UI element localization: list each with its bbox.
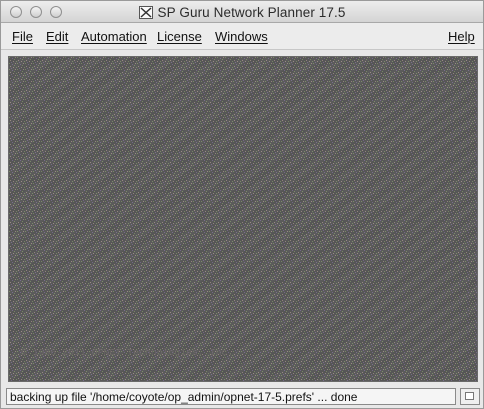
x11-icon: [138, 5, 153, 19]
app-window: SP Guru Network Planner 17.5 File Edit A…: [0, 0, 484, 409]
window-title: SP Guru Network Planner 17.5: [157, 4, 346, 20]
menu-windows[interactable]: Windows: [215, 29, 268, 44]
title-wrap: SP Guru Network Planner 17.5: [1, 1, 483, 23]
title-bar[interactable]: SP Guru Network Planner 17.5: [1, 1, 483, 23]
menu-automation[interactable]: Automation: [81, 29, 147, 44]
status-message: backing up file '/home/coyote/op_admin/o…: [10, 390, 358, 404]
copyright-watermark: © 1986-2011 OPNET Technologies, Inc.: [21, 347, 234, 358]
close-button[interactable]: [10, 6, 22, 18]
workspace-pattern: [9, 57, 477, 381]
zoom-button[interactable]: [50, 6, 62, 18]
menu-help[interactable]: Help: [448, 29, 475, 44]
menu-bar: File Edit Automation License Windows Hel…: [1, 23, 483, 50]
status-side-button[interactable]: [460, 388, 480, 405]
menu-file[interactable]: File: [12, 29, 33, 44]
menu-edit[interactable]: Edit: [46, 29, 68, 44]
workspace-area[interactable]: © 1986-2011 OPNET Technologies, Inc.: [8, 56, 478, 382]
status-bar: backing up file '/home/coyote/op_admin/o…: [6, 388, 456, 405]
menu-license[interactable]: License: [157, 29, 202, 44]
window-toggle-icon: [465, 392, 474, 400]
minimize-button[interactable]: [30, 6, 42, 18]
